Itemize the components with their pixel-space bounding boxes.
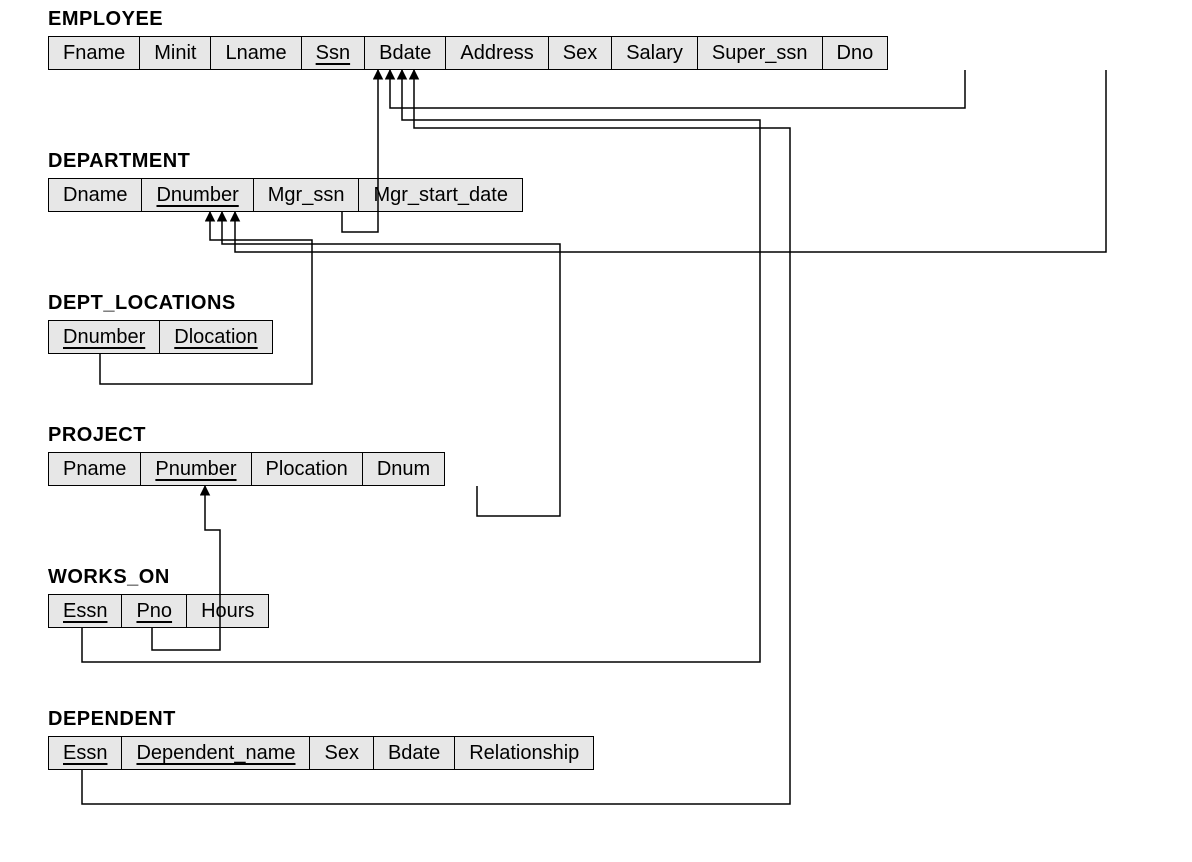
- department-row: Dname Dnumber Mgr_ssn Mgr_start_date: [48, 178, 523, 212]
- project-row: Pname Pnumber Plocation Dnum: [48, 452, 445, 486]
- fk-dno-to-dnumber: [235, 70, 1106, 252]
- dependent-attr-name: Dependent_name: [121, 736, 310, 770]
- project-attr-plocation: Plocation: [251, 452, 363, 486]
- workson-attr-essn: Essn: [48, 594, 122, 628]
- department-attr-dname: Dname: [48, 178, 142, 212]
- fk-superssn-to-ssn: [390, 70, 965, 108]
- dependent-attr-bdate: Bdate: [373, 736, 455, 770]
- deptlocations-title: DEPT_LOCATIONS: [48, 292, 236, 315]
- employee-attr-salary: Salary: [611, 36, 698, 70]
- deptlocations-row: Dnumber Dlocation: [48, 320, 273, 354]
- department-title: DEPARTMENT: [48, 150, 190, 173]
- workson-row: Essn Pno Hours: [48, 594, 269, 628]
- dependent-row: Essn Dependent_name Sex Bdate Relationsh…: [48, 736, 594, 770]
- project-attr-pname: Pname: [48, 452, 141, 486]
- employee-attr-bdate: Bdate: [364, 36, 446, 70]
- project-attr-pnumber: Pnumber: [140, 452, 251, 486]
- workson-attr-pno: Pno: [121, 594, 187, 628]
- workson-attr-hours: Hours: [186, 594, 269, 628]
- department-attr-dnumber: Dnumber: [141, 178, 253, 212]
- employee-attr-lname: Lname: [210, 36, 301, 70]
- employee-attr-sex: Sex: [548, 36, 612, 70]
- employee-attr-dno: Dno: [822, 36, 889, 70]
- department-attr-mgrstartdate: Mgr_start_date: [358, 178, 523, 212]
- workson-title: WORKS_ON: [48, 566, 170, 589]
- employee-attr-address: Address: [445, 36, 548, 70]
- dependent-title: DEPENDENT: [48, 708, 176, 731]
- project-title: PROJECT: [48, 424, 146, 447]
- project-attr-dnum: Dnum: [362, 452, 445, 486]
- dependent-attr-essn: Essn: [48, 736, 122, 770]
- dependent-attr-sex: Sex: [309, 736, 373, 770]
- employee-title: EMPLOYEE: [48, 8, 163, 31]
- deptlocations-attr-dlocation: Dlocation: [159, 320, 272, 354]
- schema-diagram: EMPLOYEE Fname Minit Lname Ssn Bdate Add…: [0, 0, 1192, 862]
- employee-attr-ssn: Ssn: [301, 36, 365, 70]
- department-attr-mgrssn: Mgr_ssn: [253, 178, 360, 212]
- employee-attr-minit: Minit: [139, 36, 211, 70]
- fk-arrows: [0, 0, 1192, 862]
- deptlocations-attr-dnumber: Dnumber: [48, 320, 160, 354]
- employee-attr-superssn: Super_ssn: [697, 36, 823, 70]
- employee-row: Fname Minit Lname Ssn Bdate Address Sex …: [48, 36, 888, 70]
- employee-attr-fname: Fname: [48, 36, 140, 70]
- dependent-attr-relationship: Relationship: [454, 736, 594, 770]
